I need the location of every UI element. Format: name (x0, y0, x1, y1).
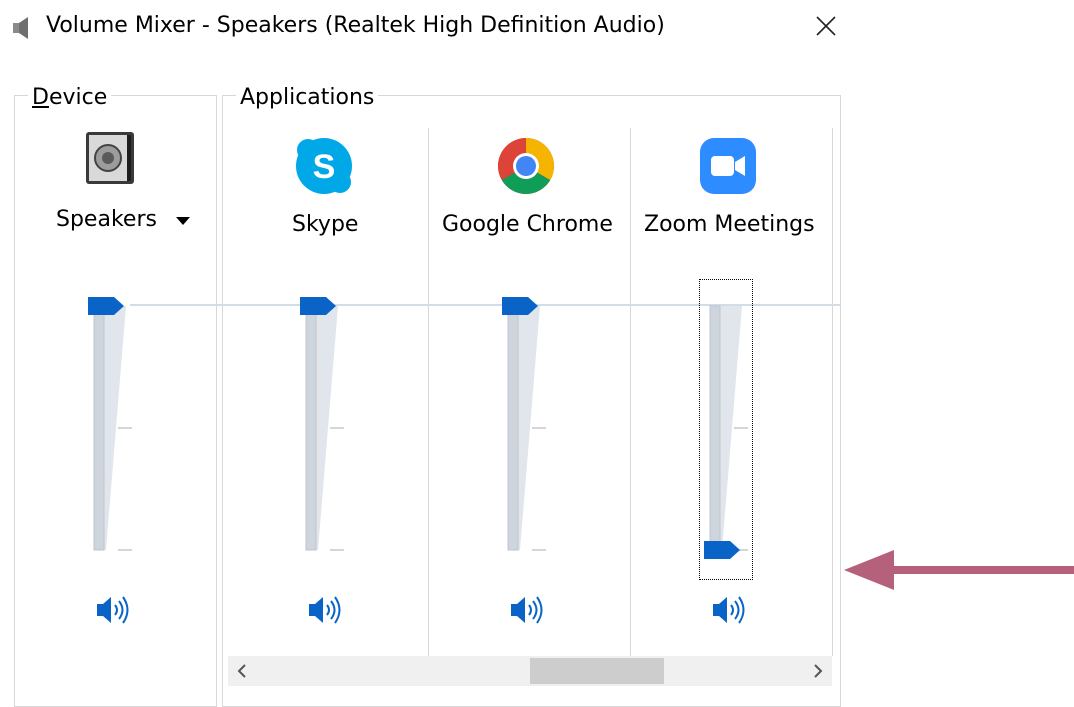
chrome-volume-slider[interactable] (500, 292, 562, 562)
slider-track (709, 305, 721, 551)
close-button[interactable] (808, 8, 844, 44)
chevron-right-icon (814, 664, 823, 678)
scrollbar-thumb[interactable] (530, 658, 664, 684)
device-dropdown[interactable]: Speakers (52, 205, 202, 237)
speaker-volume-icon (309, 596, 341, 624)
zoom-mute-button[interactable] (710, 592, 750, 628)
slider-graphic (88, 297, 132, 551)
slider-graphic (300, 297, 344, 551)
zoom-icon (700, 138, 756, 194)
horizontal-scrollbar[interactable] (228, 656, 832, 686)
title-bar: Volume Mixer - Speakers (Realtek High De… (0, 0, 860, 56)
window-title: Volume Mixer - Speakers (Realtek High De… (46, 13, 665, 38)
slider-graphic (704, 305, 748, 559)
speaker-volume-icon (511, 596, 543, 624)
chevron-left-icon (237, 664, 246, 678)
scroll-left-button[interactable] (228, 656, 256, 686)
app-name-chrome: Google Chrome (442, 212, 613, 237)
column-divider (630, 128, 631, 656)
svg-text:S: S (313, 148, 336, 186)
app-name-zoom: Zoom Meetings (644, 212, 815, 237)
speaker-device-icon (86, 132, 134, 184)
skype-mute-button[interactable] (306, 592, 346, 628)
column-divider (832, 128, 833, 656)
chrome-icon (498, 138, 554, 194)
column-divider (428, 128, 429, 656)
chrome-mute-button[interactable] (508, 592, 548, 628)
speaker-icon (13, 17, 28, 39)
scroll-right-button[interactable] (804, 656, 832, 686)
speaker-volume-icon (713, 596, 745, 624)
annotation-arrow-icon (844, 550, 1074, 590)
zoom-volume-slider[interactable] (702, 292, 764, 562)
chevron-down-icon (176, 217, 190, 225)
device-name: Speakers (56, 207, 157, 232)
slider-track (93, 305, 105, 551)
device-volume-slider[interactable] (86, 292, 148, 562)
device-group-label: Device (28, 85, 112, 110)
slider-track (507, 305, 519, 551)
device-mute-button[interactable] (94, 592, 134, 628)
speaker-volume-icon (97, 596, 129, 624)
applications-group-label: Applications (236, 85, 379, 110)
app-name-skype: Skype (292, 212, 359, 237)
skype-volume-slider[interactable] (298, 292, 360, 562)
slider-thumb (704, 541, 740, 559)
skype-icon: S (296, 138, 352, 194)
close-icon (816, 16, 836, 36)
slider-track (305, 305, 317, 551)
slider-graphic (502, 297, 546, 551)
